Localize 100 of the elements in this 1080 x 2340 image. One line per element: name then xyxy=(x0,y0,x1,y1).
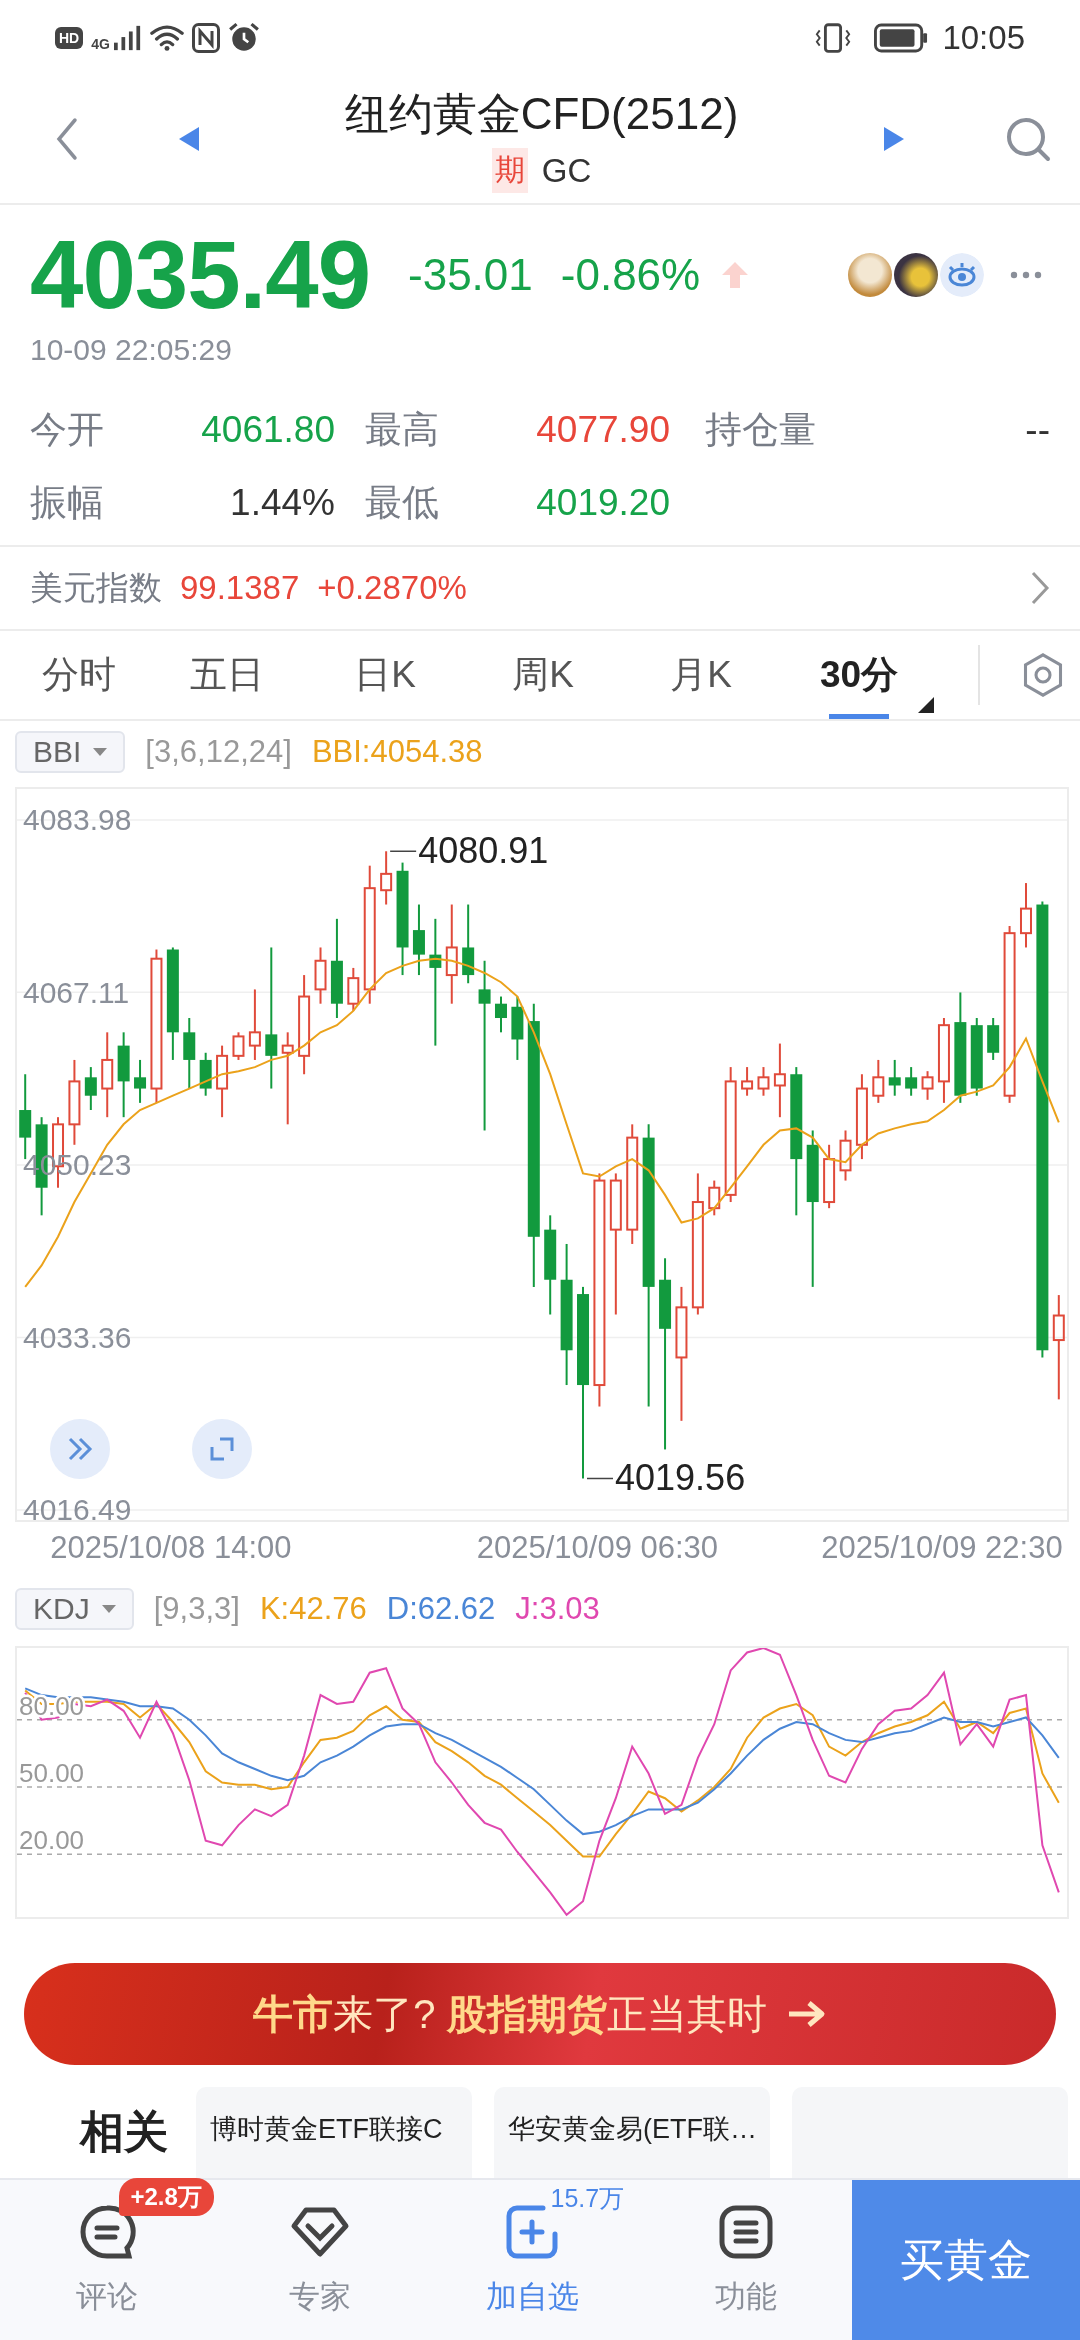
stat-label: 振幅 xyxy=(30,480,104,525)
dropdown-corner-icon xyxy=(918,697,934,713)
candlestick xyxy=(314,946,327,1005)
axis-label: 4067.11 xyxy=(23,975,130,1009)
period-tab[interactable]: 周K xyxy=(464,631,622,719)
arrow-icon xyxy=(786,1999,827,2029)
futures-tag: 期 xyxy=(491,148,528,193)
caret-icon xyxy=(101,1605,116,1613)
back-icon[interactable] xyxy=(55,117,79,161)
candlestick xyxy=(708,1179,721,1217)
candlestick xyxy=(495,995,507,1034)
network-label: 4G xyxy=(91,35,110,52)
nav-label: 评论 xyxy=(75,2278,138,2316)
fund-card[interactable]: 博时黄金ETF联接C xyxy=(196,2087,472,2178)
stat-value: -- xyxy=(1025,408,1050,451)
candlestick xyxy=(905,1066,918,1097)
candlestick xyxy=(1020,882,1032,949)
section-title: 相关 xyxy=(80,2106,168,2158)
candlestick xyxy=(199,1051,212,1097)
indicator-params: [9,3,3] xyxy=(153,1591,240,1627)
candlestick xyxy=(347,966,360,1012)
page-title: 纽约黄金CFD(2512) xyxy=(344,88,739,140)
wifi-icon xyxy=(149,23,184,52)
promo-banner[interactable]: 牛市来了? 股指期货正当其时 xyxy=(24,1963,1056,2065)
chevron-icon[interactable] xyxy=(1030,570,1050,606)
period-tab[interactable]: 30分 xyxy=(780,631,938,719)
stat-value: 1.44% xyxy=(230,481,335,524)
price-annotation: 4019.56 xyxy=(586,1457,746,1499)
nav-label: 专家 xyxy=(288,2278,351,2316)
stat-value: 4061.80 xyxy=(201,408,335,451)
annotation: 4080.91 xyxy=(418,830,549,872)
search-icon[interactable] xyxy=(1004,115,1052,163)
up-arrow-icon xyxy=(720,260,751,290)
candlestick xyxy=(84,1066,97,1112)
candlestick xyxy=(987,1017,1000,1061)
period-tab[interactable]: 五日 xyxy=(148,631,306,719)
caret-icon xyxy=(93,748,108,756)
candlestick xyxy=(380,850,393,906)
count-badge: +2.8万 xyxy=(118,2178,214,2216)
settings-icon[interactable] xyxy=(1022,652,1064,698)
candlestick xyxy=(232,1031,245,1061)
indicator-params: [3,6,12,24] xyxy=(145,734,292,770)
index-value: 99.1387 xyxy=(180,569,300,607)
axis-label: 4016.49 xyxy=(23,1493,132,1520)
nav-label: 加自选 xyxy=(486,2278,579,2316)
previous-icon[interactable] xyxy=(179,127,199,151)
candlestick xyxy=(757,1066,770,1097)
stat-value: 4077.90 xyxy=(536,408,670,451)
axis-label: 2025/10/09 22:30 xyxy=(821,1530,1063,1566)
candlestick xyxy=(872,1058,885,1104)
next-icon[interactable] xyxy=(884,127,904,151)
nav-label: 功能 xyxy=(714,2278,777,2316)
indicator-value: J:3.03 xyxy=(515,1591,600,1627)
indicator-value: D:62.62 xyxy=(386,1591,496,1627)
quote-time: 10-09 22:05:29 xyxy=(30,333,233,367)
price-annotation: 4080.91 xyxy=(389,830,549,872)
index-label: 美元指数 xyxy=(30,567,162,608)
candlestick xyxy=(741,1066,754,1097)
axis-label: 4083.98 xyxy=(23,803,132,837)
vibrate-icon xyxy=(814,21,853,54)
period-tab[interactable]: 日K xyxy=(306,631,464,719)
period-tab[interactable]: 月K xyxy=(622,631,780,719)
stat-value: 4019.20 xyxy=(536,481,670,524)
nav-item[interactable]: +2.8万 评论 xyxy=(0,2180,213,2340)
eye-icon[interactable] xyxy=(940,253,984,297)
stat-label: 最低 xyxy=(365,480,439,525)
indicator-dropdown[interactable]: KDJ xyxy=(15,1588,134,1630)
battery-icon xyxy=(874,22,929,53)
follower-count: 15.7万 xyxy=(550,2183,625,2214)
candlestick xyxy=(134,1058,147,1104)
percent-change: -0.86% xyxy=(560,250,701,300)
stat-label: 今开 xyxy=(30,407,104,452)
candlestick xyxy=(921,1070,934,1101)
fund-card[interactable]: 华安黄金易(ETF联… xyxy=(494,2087,770,2178)
symbol-code: GC xyxy=(541,151,592,190)
index-change: +0.2870% xyxy=(317,569,467,607)
period-tab[interactable]: 分时 xyxy=(10,631,148,719)
candlestick xyxy=(823,1143,836,1210)
axis-label: 4033.36 xyxy=(23,1320,132,1354)
network-badge: HD xyxy=(55,26,84,49)
indicator-dropdown[interactable]: BBI xyxy=(15,731,126,773)
axis-label: 2025/10/09 06:30 xyxy=(476,1530,719,1566)
more-icon[interactable] xyxy=(1010,270,1042,280)
axis-label: 2025/10/08 14:00 xyxy=(50,1530,292,1566)
stat-label: 最高 xyxy=(365,407,439,452)
candlestick xyxy=(511,995,524,1061)
avatar[interactable] xyxy=(894,253,938,297)
forward-icon[interactable] xyxy=(50,1419,110,1479)
alarm-icon xyxy=(227,21,260,54)
candlestick xyxy=(888,1058,901,1097)
price-change: -35.01 xyxy=(408,250,533,300)
stat-label: 持仓量 xyxy=(705,407,816,452)
status-time: 10:05 xyxy=(942,18,1025,57)
annotation: 4019.56 xyxy=(615,1457,746,1499)
signal-icon xyxy=(113,24,142,51)
indicator-value: K:42.76 xyxy=(259,1591,367,1627)
expand-icon[interactable] xyxy=(192,1419,252,1479)
axis-label: 50.00 xyxy=(19,1758,85,1788)
nfc-icon xyxy=(191,22,220,53)
axis-label: 20.00 xyxy=(19,1825,85,1856)
